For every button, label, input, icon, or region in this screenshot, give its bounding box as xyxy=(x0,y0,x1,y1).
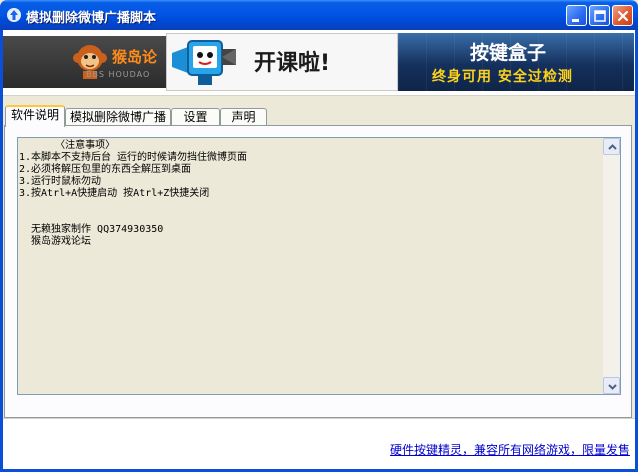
forum-logo-text: 猴岛论 xyxy=(112,48,158,66)
minimize-button[interactable] xyxy=(566,5,587,26)
tab-statement[interactable]: 声明 xyxy=(220,108,267,126)
tab-label: 模拟删除微博广播 xyxy=(69,110,166,124)
ad-tagline: 终身可用 安全过检测 xyxy=(432,69,573,85)
tab-software-info[interactable]: 软件说明 xyxy=(5,105,65,127)
maximize-icon xyxy=(594,10,606,22)
memo-line: 〈注意事项〉 xyxy=(19,140,116,151)
arrow-up-icon xyxy=(7,8,21,22)
maximize-button[interactable] xyxy=(589,5,610,26)
tab-label: 声明 xyxy=(231,110,256,124)
title-bar[interactable]: 模拟删除微博广播脚本 xyxy=(0,0,638,30)
tab-label: 软件说明 xyxy=(10,108,59,122)
window-frame-left xyxy=(0,30,3,472)
ad-headline: 开课啦! xyxy=(254,51,331,76)
chevron-up-icon xyxy=(608,144,617,150)
memo-line xyxy=(19,212,599,224)
tab-settings[interactable]: 设置 xyxy=(171,108,220,126)
memo-line: 猴岛游戏论坛 xyxy=(19,236,92,247)
tv-mascot-icon xyxy=(172,40,236,85)
close-icon xyxy=(617,10,629,22)
memo-line: 3.按Atrl+A快捷启动 按Atrl+Z快捷关闭 xyxy=(19,188,210,199)
memo-line: 1.本脚本不支持后台 运行的时候请勿挡住微博页面 xyxy=(19,152,248,163)
ad-brand-name: 按键盒子 xyxy=(470,42,547,64)
minimize-icon xyxy=(572,19,579,22)
close-button[interactable] xyxy=(612,5,633,26)
memo-line: 无赖独家制作 QQ374930350 xyxy=(19,224,164,235)
memo-line: 3.运行时鼠标勿动 xyxy=(19,176,102,187)
vertical-scrollbar[interactable] xyxy=(603,138,620,394)
scroll-down-button[interactable] xyxy=(603,377,620,394)
scroll-up-button[interactable] xyxy=(603,138,620,155)
memo-line: 2.必须将解压包里的东西全解压到桌面 xyxy=(19,164,192,175)
forum-logo-subtext: BBS HOUDAO xyxy=(86,70,151,79)
window-title: 模拟删除微博广播脚本 xyxy=(26,11,157,26)
tab-label: 设置 xyxy=(183,110,208,124)
chevron-down-icon xyxy=(608,384,617,390)
tab-delete-weibo[interactable]: 模拟删除微博广播 xyxy=(65,108,171,126)
instructions-text[interactable]: 〈注意事项〉 1.本脚本不支持后台 运行的时候请勿挡住微博页面 2.必须将解压包… xyxy=(19,140,599,248)
memo-line xyxy=(19,200,599,212)
promo-link[interactable]: 硬件按键精灵，兼容所有网络游戏，限量发售 xyxy=(390,441,630,458)
